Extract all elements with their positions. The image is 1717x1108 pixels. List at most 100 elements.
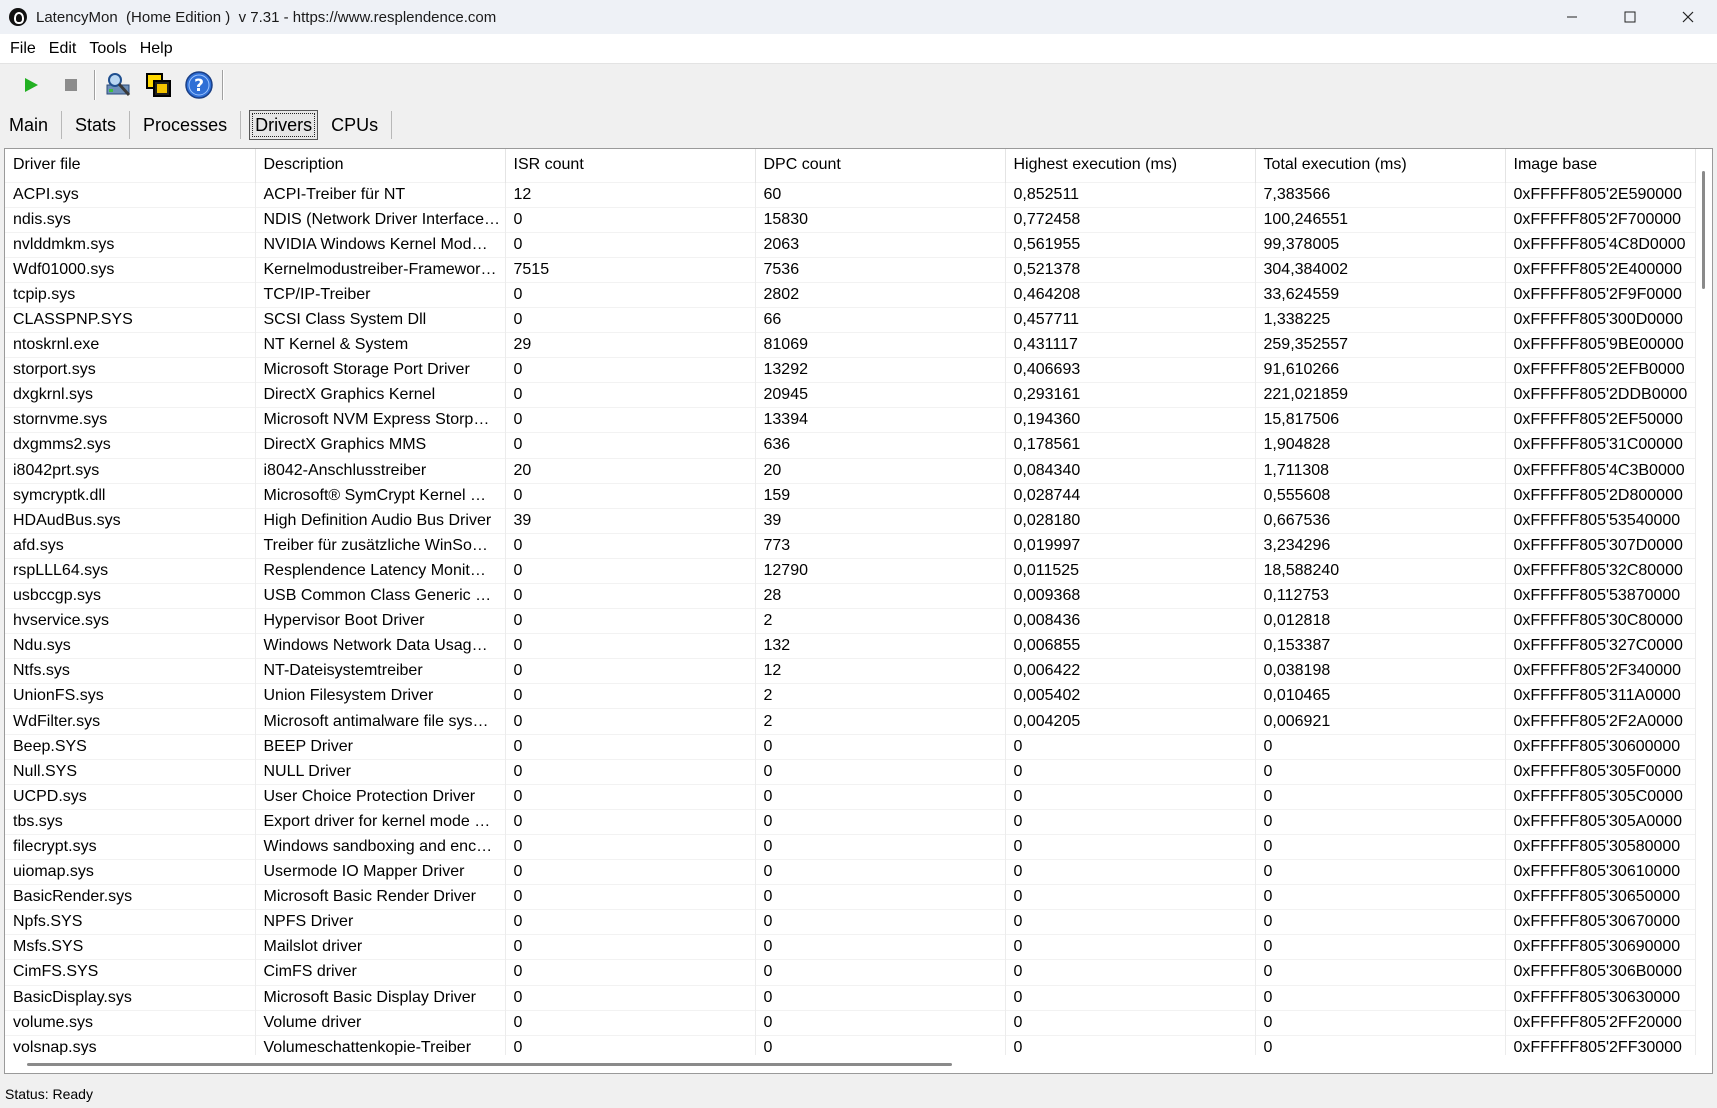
start-button[interactable]	[14, 68, 48, 102]
image-base-cell: 0xFFFFF805'2DDB0000	[1505, 382, 1696, 408]
total-execution-cell: 33,624559	[1255, 281, 1506, 308]
driver-file-cell: stornvme.sys	[5, 407, 256, 433]
stop-icon	[65, 79, 77, 91]
tab-processes[interactable]: Processes	[136, 111, 242, 139]
column-header[interactable]: Total execution (ms)	[1255, 149, 1506, 182]
table-row[interactable]: Ndu.sys Windows Network Data Usag… 0 132 0,0…	[5, 633, 1696, 659]
dpc-count-cell: 15830	[755, 206, 1006, 233]
table-row[interactable]: symcryptk.dll Microsoft® SymCrypt Kernel …	[5, 482, 1696, 509]
table-row[interactable]: BasicRender.sys Microsoft Basic Render Dr…	[5, 884, 1696, 910]
tab-cpus[interactable]: CPUs	[324, 111, 393, 139]
description-cell: Union Filesystem Driver	[255, 683, 506, 709]
driver-file-cell: HDAudBus.sys	[5, 507, 256, 534]
horizontal-scrollbar[interactable]	[5, 1055, 1696, 1073]
driver-file-cell: BasicDisplay.sys	[5, 984, 256, 1011]
highest-execution-cell: 0,005402	[1005, 683, 1256, 709]
drivers-table: Driver file Description ISR count DPC count…	[5, 149, 1696, 1061]
highest-execution-cell: 0,406693	[1005, 357, 1256, 383]
total-execution-cell: 18,588240	[1255, 557, 1506, 584]
driver-file-cell: UnionFS.sys	[5, 683, 256, 709]
vertical-scroll-thumb[interactable]	[1702, 171, 1705, 289]
table-row[interactable]: stornvme.sys Microsoft NVM Express Storp……	[5, 407, 1696, 433]
table-row[interactable]: BasicDisplay.sys Microsoft Basic Display …	[5, 984, 1696, 1011]
total-execution-cell: 3,234296	[1255, 532, 1506, 559]
isr-count-cell: 0	[505, 859, 756, 885]
table-row[interactable]: UCPD.sys User Choice Protection Driver 0 0 0…	[5, 783, 1696, 810]
dpc-count-cell: 0	[755, 758, 1006, 785]
column-header[interactable]: Description	[255, 149, 506, 182]
table-row[interactable]: ndis.sys NDIS (Network Driver Interface… 0…	[5, 206, 1696, 233]
table-row[interactable]: ntoskrnl.exe NT Kernel & System 29 81069 0,4…	[5, 332, 1696, 358]
tab-drivers[interactable]: Drivers	[249, 110, 319, 140]
column-header[interactable]: ISR count	[505, 149, 756, 182]
highest-execution-cell: 0	[1005, 934, 1256, 960]
scan-button[interactable]	[102, 68, 136, 102]
table-row[interactable]: Msfs.SYS Mailslot driver 0 0 0 0 0xFFFFF805'30…	[5, 934, 1696, 960]
help-button[interactable]: ?	[182, 68, 216, 102]
drivers-list[interactable]: Driver file Description ISR count DPC count…	[4, 148, 1713, 1074]
table-row[interactable]: Beep.SYS BEEP Driver 0 0 0 0 0xFFFFF805'306000…	[5, 733, 1696, 760]
table-row[interactable]: Npfs.SYS NPFS Driver 0 0 0 0 0xFFFFF805'306700…	[5, 909, 1696, 935]
table-row[interactable]: hvservice.sys Hypervisor Boot Driver 0 2 0,0…	[5, 608, 1696, 634]
highest-execution-cell: 0	[1005, 783, 1256, 810]
table-row[interactable]: tbs.sys Export driver for kernel mode … 0 0…	[5, 808, 1696, 835]
total-execution-cell: 259,352557	[1255, 332, 1506, 358]
table-row[interactable]: Null.SYS NULL Driver 0 0 0 0 0xFFFFF805'305F00…	[5, 758, 1696, 785]
table-row[interactable]: uiomap.sys Usermode IO Mapper Driver 0 0 0 0 0…	[5, 859, 1696, 885]
horizontal-scroll-thumb[interactable]	[27, 1063, 952, 1066]
table-row[interactable]: dxgmms2.sys DirectX Graphics MMS 0 636 0,178…	[5, 432, 1696, 459]
column-header[interactable]: DPC count	[755, 149, 1006, 182]
description-cell: Resplendence Latency Monit…	[255, 557, 506, 584]
table-row[interactable]: dxgkrnl.sys DirectX Graphics Kernel 0 20945…	[5, 382, 1696, 408]
table-row[interactable]: HDAudBus.sys High Definition Audio Bus Dr…	[5, 507, 1696, 534]
tab-stats[interactable]: Stats	[68, 111, 131, 139]
dpc-count-cell: 0	[755, 909, 1006, 935]
isr-count-cell: 0	[505, 482, 756, 509]
table-row[interactable]: Ntfs.sys NT-Dateisystemtreiber 0 12 0,006422…	[5, 658, 1696, 684]
highest-execution-cell: 0	[1005, 959, 1256, 985]
menu-edit[interactable]: Edit	[44, 40, 82, 58]
table-row[interactable]: UnionFS.sys Union Filesystem Driver 0 2 0,00…	[5, 683, 1696, 709]
table-row[interactable]: storport.sys Microsoft Storage Port Drive…	[5, 357, 1696, 383]
maximize-button[interactable]	[1601, 0, 1659, 34]
table-row[interactable]: tcpip.sys TCP/IP-Treiber 0 2802 0,464208 33,6…	[5, 281, 1696, 308]
stop-button[interactable]	[54, 68, 88, 102]
tab-main[interactable]: Main	[2, 111, 63, 139]
isr-count-cell: 39	[505, 507, 756, 534]
vertical-scrollbar[interactable]	[1696, 149, 1712, 1055]
driver-file-cell: WdFilter.sys	[5, 708, 256, 735]
description-cell: Microsoft® SymCrypt Kernel …	[255, 482, 506, 509]
isr-count-cell: 0	[505, 909, 756, 935]
driver-file-cell: Beep.SYS	[5, 733, 256, 760]
table-row[interactable]: i8042prt.sys i8042-Anschlusstreiber 20 20 0,…	[5, 457, 1696, 484]
table-row[interactable]: afd.sys Treiber für zusätzliche WinSo… 0 77…	[5, 532, 1696, 559]
menu-help[interactable]: Help	[135, 40, 178, 58]
table-row[interactable]: filecrypt.sys Windows sandboxing and enc……	[5, 833, 1696, 860]
isr-count-cell: 0	[505, 382, 756, 408]
image-base-cell: 0xFFFFF805'30C80000	[1505, 608, 1696, 634]
image-base-cell: 0xFFFFF805'30580000	[1505, 833, 1696, 860]
table-row[interactable]: CLASSPNP.SYS SCSI Class System Dll 0 66 0,45…	[5, 306, 1696, 333]
total-execution-cell: 0,006921	[1255, 708, 1506, 735]
table-row[interactable]: usbccgp.sys USB Common Class Generic … 0 28…	[5, 582, 1696, 609]
table-row[interactable]: ACPI.sys ACPI-Treiber für NT 12 60 0,852511 7…	[5, 181, 1696, 208]
table-row[interactable]: rspLLL64.sys Resplendence Latency Monit… 0…	[5, 557, 1696, 584]
menu-file[interactable]: File	[5, 40, 41, 58]
table-row[interactable]: volume.sys Volume driver 0 0 0 0 0xFFFFF805'2F…	[5, 1009, 1696, 1036]
table-row[interactable]: nvlddmkm.sys NVIDIA Windows Kernel Mod… 0 2…	[5, 231, 1696, 258]
menu-tools[interactable]: Tools	[84, 40, 131, 58]
table-row[interactable]: CimFS.SYS CimFS driver 0 0 0 0 0xFFFFF805'306B…	[5, 959, 1696, 985]
image-base-cell: 0xFFFFF805'9BE00000	[1505, 332, 1696, 358]
column-header[interactable]: Highest execution (ms)	[1005, 149, 1256, 182]
minimize-button[interactable]	[1543, 0, 1601, 34]
total-execution-cell: 7,383566	[1255, 181, 1506, 208]
total-execution-cell: 0	[1255, 758, 1506, 785]
windows-button[interactable]	[142, 68, 176, 102]
isr-count-cell: 0	[505, 758, 756, 785]
table-row[interactable]: Wdf01000.sys Kernelmodustreiber-Framewor……	[5, 256, 1696, 283]
svg-text:?: ?	[194, 76, 204, 96]
column-header[interactable]: Image base	[1505, 149, 1696, 182]
table-row[interactable]: WdFilter.sys Microsoft antimalware file s…	[5, 708, 1696, 735]
close-button[interactable]	[1659, 0, 1717, 34]
column-header[interactable]: Driver file	[5, 149, 256, 182]
